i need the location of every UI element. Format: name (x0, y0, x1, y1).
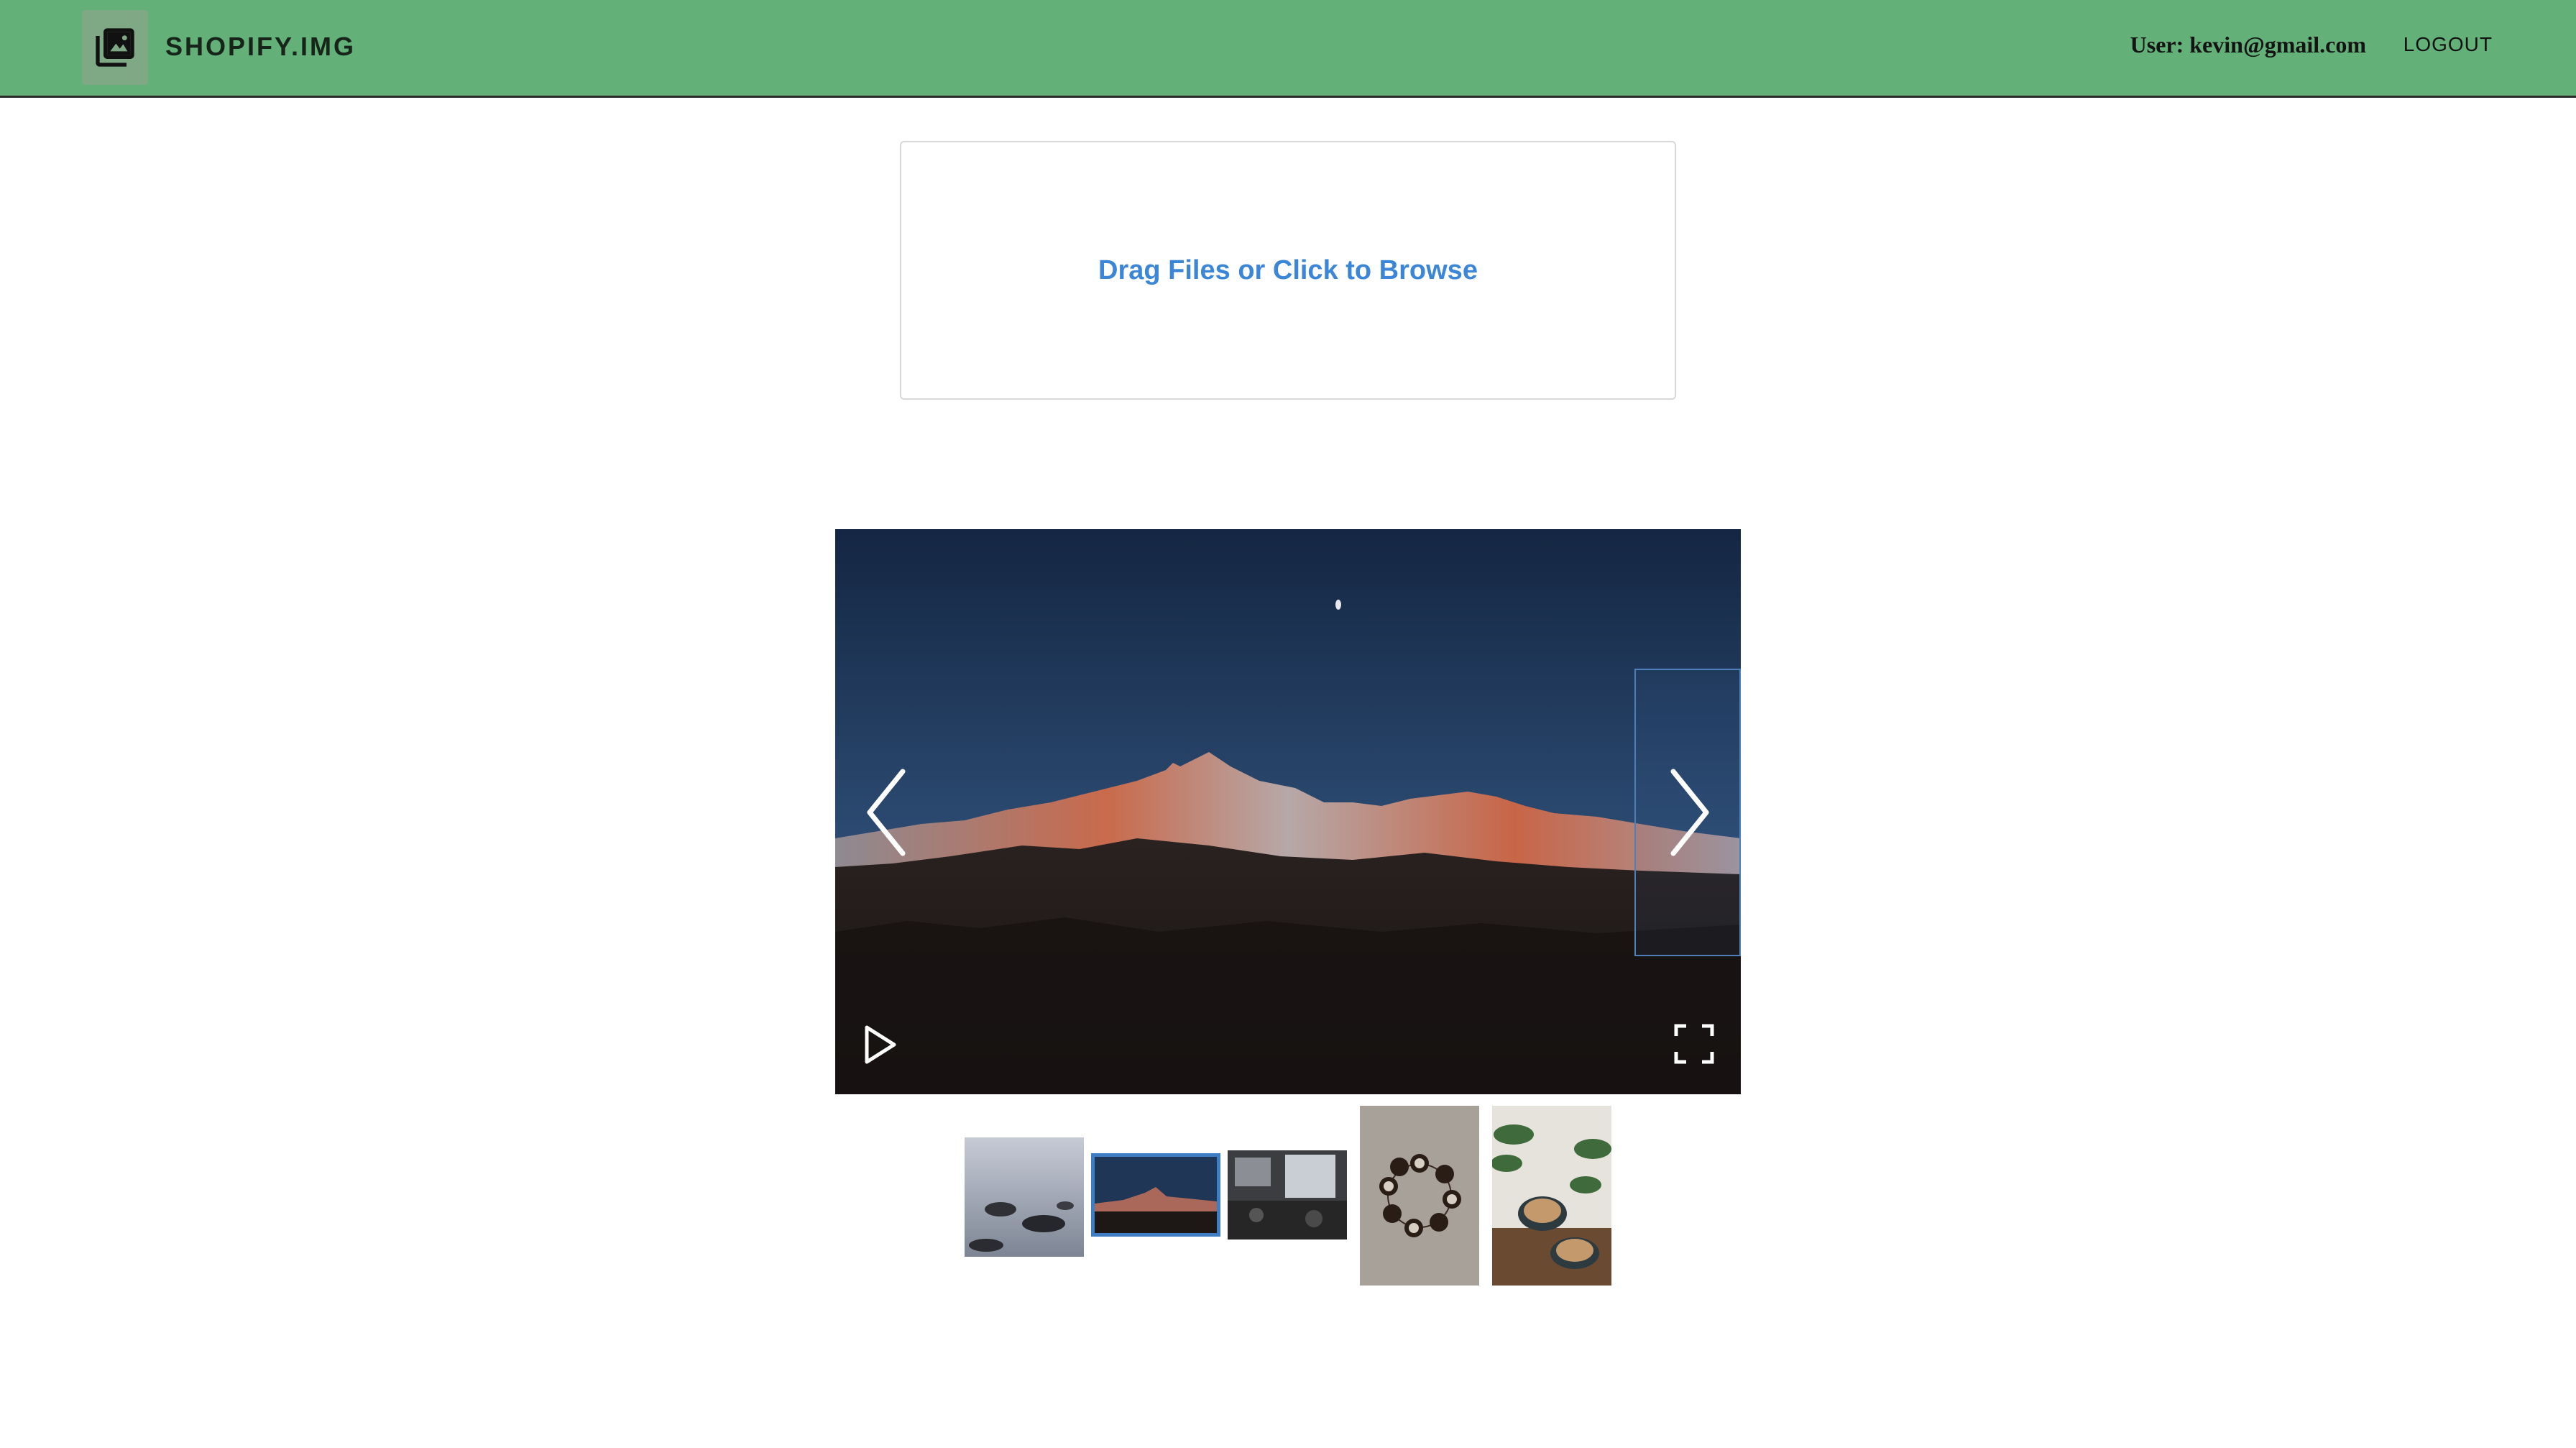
fullscreen-icon (1674, 1024, 1714, 1064)
thumbnail-1[interactable] (965, 1137, 1084, 1257)
app-bar: SHOPIFY.IMG User: kevin@gmail.com LOGOUT (0, 0, 2576, 98)
next-slide-button[interactable] (1634, 669, 1741, 956)
thumbnail-image (1492, 1106, 1611, 1286)
logout-button[interactable]: LOGOUT (2404, 33, 2493, 56)
image-gallery-viewer (835, 529, 1741, 1094)
previous-slide-button[interactable] (835, 669, 942, 956)
thumbnail-image (965, 1137, 1084, 1257)
main-image-mountains (835, 529, 1741, 1094)
user-email-label: User: kevin@gmail.com (2130, 32, 2366, 58)
play-slideshow-button[interactable] (860, 1023, 900, 1070)
file-dropzone[interactable]: Drag Files or Click to Browse (900, 141, 1676, 400)
thumbnail-2-active[interactable] (1091, 1153, 1220, 1237)
chevron-right-icon (1670, 769, 1709, 856)
thumbnail-5[interactable] (1492, 1106, 1611, 1286)
app-title[interactable]: SHOPIFY.IMG (165, 32, 356, 62)
photo-library-icon[interactable] (82, 10, 148, 85)
thumbnail-image (1360, 1106, 1479, 1286)
thumbnail-image (1095, 1157, 1217, 1233)
fullscreen-button[interactable] (1672, 1022, 1716, 1070)
thumbnail-3[interactable] (1228, 1150, 1347, 1239)
thumbnail-image (1228, 1150, 1347, 1239)
thumbnail-4[interactable] (1360, 1106, 1479, 1286)
dropzone-label: Drag Files or Click to Browse (1098, 255, 1478, 285)
chevron-left-icon (867, 769, 906, 856)
play-icon (865, 1025, 896, 1064)
